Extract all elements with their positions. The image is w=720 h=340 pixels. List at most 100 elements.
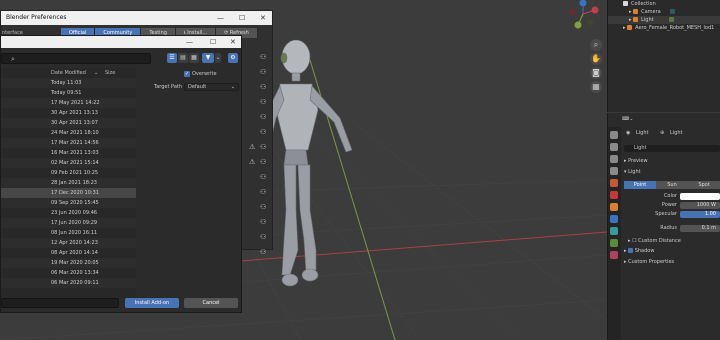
close-icon[interactable]: ✕: [260, 11, 266, 25]
collection-icon: [623, 1, 628, 6]
addon-row[interactable]: ⚇: [245, 231, 273, 246]
addon-row[interactable]: ⚇: [245, 171, 273, 186]
light-type-sun[interactable]: Sun: [656, 181, 688, 189]
addon-rows: ⚇ ⚇ ⚇ ⚇ ⚇ ⚇ ⚠ ⚇ ⚠ ⚇ ⚇ ⚇ ⚇ ⚇ ⚇ ⚇: [245, 51, 273, 261]
file-row[interactable]: 19 Mar 2020 20:05: [1, 258, 136, 268]
light-type-spot[interactable]: Spot: [688, 181, 720, 189]
scene-tab-icon[interactable]: [610, 179, 618, 187]
minimize-icon[interactable]: —: [217, 11, 224, 25]
file-row[interactable]: 30 Apr 2021 13:07: [1, 118, 136, 128]
constraints-tab-icon[interactable]: [610, 227, 618, 235]
addon-row[interactable]: ⚠ ⚇: [245, 141, 273, 156]
file-row[interactable]: 08 Jun 2020 16:11: [1, 228, 136, 238]
output-tab-icon[interactable]: [610, 155, 618, 163]
shadow-section[interactable]: ▸ Shadow: [624, 248, 654, 255]
light-object-icon: ◉: [626, 130, 631, 136]
file-row[interactable]: 17 Mar 2021 14:56: [1, 138, 136, 148]
file-row[interactable]: Today 09:51: [1, 88, 136, 98]
file-row[interactable]: Today 11:03: [1, 78, 136, 88]
light-data-tab-icon[interactable]: [610, 239, 618, 247]
file-row[interactable]: 24 Mar 2021 18:10: [1, 128, 136, 138]
power-field[interactable]: 1000 W: [680, 202, 720, 209]
view-layer-tab-icon[interactable]: [610, 167, 618, 175]
addon-row[interactable]: ⚇: [245, 246, 273, 261]
user-icon: ⚇: [260, 158, 267, 166]
render-tab-icon[interactable]: [610, 143, 618, 151]
install-addon-button[interactable]: Install Add-on: [125, 298, 179, 308]
minimize-icon[interactable]: —: [186, 36, 193, 48]
world-tab-icon[interactable]: [610, 191, 618, 199]
outliner-item-label: Aero_Female_Robot_MESH_lod1: [635, 25, 715, 31]
specular-field[interactable]: 1.00: [680, 211, 720, 218]
custom-properties-section[interactable]: ▸ Custom Properties: [624, 259, 674, 266]
file-list[interactable]: Date Modified ⌄ Size Today 11:03 Today 09…: [1, 68, 136, 298]
file-row[interactable]: 28 Jan 2021 18:23: [1, 178, 136, 188]
target-path-select[interactable]: Default ⌄: [184, 83, 239, 91]
file-row[interactable]: 09 Feb 2021 10:25: [1, 168, 136, 178]
file-row[interactable]: 08 Apr 2020 14:14: [1, 248, 136, 258]
file-row[interactable]: 06 Mar 2020 13:34: [1, 268, 136, 278]
thumbnails-icon[interactable]: ▦: [189, 53, 199, 63]
light-type-point[interactable]: Point: [624, 181, 656, 189]
file-row[interactable]: 12 Apr 2020 14:23: [1, 238, 136, 248]
vertical-list-icon[interactable]: ☰: [167, 53, 177, 63]
texture-tab-icon[interactable]: [610, 251, 618, 259]
file-row[interactable]: 30 Apr 2021 13:13: [1, 108, 136, 118]
date-column-header[interactable]: Date Modified: [51, 68, 86, 78]
pan-hand-icon[interactable]: ✋: [590, 53, 602, 65]
file-row[interactable]: 06 Mar 2020 09:11: [1, 278, 136, 288]
file-row[interactable]: 17 Jun 2020 09:29: [1, 218, 136, 228]
file-row[interactable]: 17 Dec 2020 10:31: [1, 188, 136, 198]
outliner-item-collection[interactable]: Collection: [608, 0, 720, 8]
addon-row[interactable]: ⚠ ⚇: [245, 156, 273, 171]
outliner-item-label: Light: [641, 17, 654, 23]
addon-row[interactable]: ⚇: [245, 81, 273, 96]
custom-distance-section[interactable]: ▸ ☐ Custom Distance: [628, 238, 681, 245]
file-row[interactable]: 02 Mar 2021 15:14: [1, 158, 136, 168]
file-row[interactable]: 09 Sep 2020 15:45: [1, 198, 136, 208]
overwrite-checkbox[interactable]: ✓: [184, 71, 190, 77]
file-row[interactable]: 17 May 2021 14:22: [1, 98, 136, 108]
datablock-selector[interactable]: Light: [624, 145, 720, 152]
addon-row[interactable]: ⚇: [245, 51, 273, 66]
filter-dropdown-icon[interactable]: ⌄: [215, 53, 221, 63]
physics-tab-icon[interactable]: [610, 215, 618, 223]
zoom-icon[interactable]: ⌕: [590, 39, 602, 51]
tool-tab-icon[interactable]: [610, 131, 618, 139]
shadow-checkbox[interactable]: [628, 248, 634, 253]
color-swatch[interactable]: [680, 193, 720, 200]
search-input[interactable]: ⌕: [1, 53, 151, 64]
addon-row[interactable]: ⚇: [245, 216, 273, 231]
horizontal-list-icon[interactable]: ▤: [178, 53, 188, 63]
addon-row[interactable]: ⚇: [245, 111, 273, 126]
maximize-icon[interactable]: ☐: [210, 36, 216, 48]
outliner-item-camera[interactable]: ▸ Camera: [608, 8, 720, 16]
filename-input[interactable]: [1, 298, 119, 308]
file-date: 08 Apr 2020 14:14: [51, 250, 98, 256]
addon-row[interactable]: ⚇: [245, 66, 273, 81]
section-label: Shadow: [634, 248, 655, 254]
addon-row[interactable]: ⚇: [245, 186, 273, 201]
camera-view-icon[interactable]: ◙: [590, 67, 602, 79]
sort-chevron-icon[interactable]: ⌄: [94, 68, 98, 78]
size-column-header[interactable]: Size: [105, 68, 115, 78]
user-icon: ⚇: [260, 218, 267, 226]
addon-row[interactable]: ⚇: [245, 201, 273, 216]
file-row[interactable]: 23 Jun 2020 09:46: [1, 208, 136, 218]
outliner-item-light[interactable]: ▸ Light: [608, 16, 720, 24]
radius-field[interactable]: 0.1 m: [680, 225, 720, 232]
addon-row[interactable]: ⚇: [245, 96, 273, 111]
grid-view-icon[interactable]: ▦: [590, 81, 602, 93]
file-row[interactable]: 16 Mar 2021 13:03: [1, 148, 136, 158]
outliner-item-robot-mesh[interactable]: ▸ Aero_Female_Robot_MESH_lod1: [608, 24, 720, 32]
search-icon: ⌕: [11, 55, 15, 63]
close-icon[interactable]: ✕: [230, 36, 236, 48]
preview-section-header[interactable]: ▸ Preview: [624, 158, 648, 165]
filter-icon[interactable]: ▼: [202, 53, 214, 63]
settings-gear-icon[interactable]: ⚙: [228, 53, 238, 63]
object-tab-icon[interactable]: [610, 203, 618, 211]
cancel-button[interactable]: Cancel: [184, 298, 238, 308]
addon-row[interactable]: ⚇: [245, 126, 273, 141]
maximize-icon[interactable]: ☐: [239, 11, 245, 25]
light-section-header[interactable]: ▾ Light: [624, 169, 641, 176]
